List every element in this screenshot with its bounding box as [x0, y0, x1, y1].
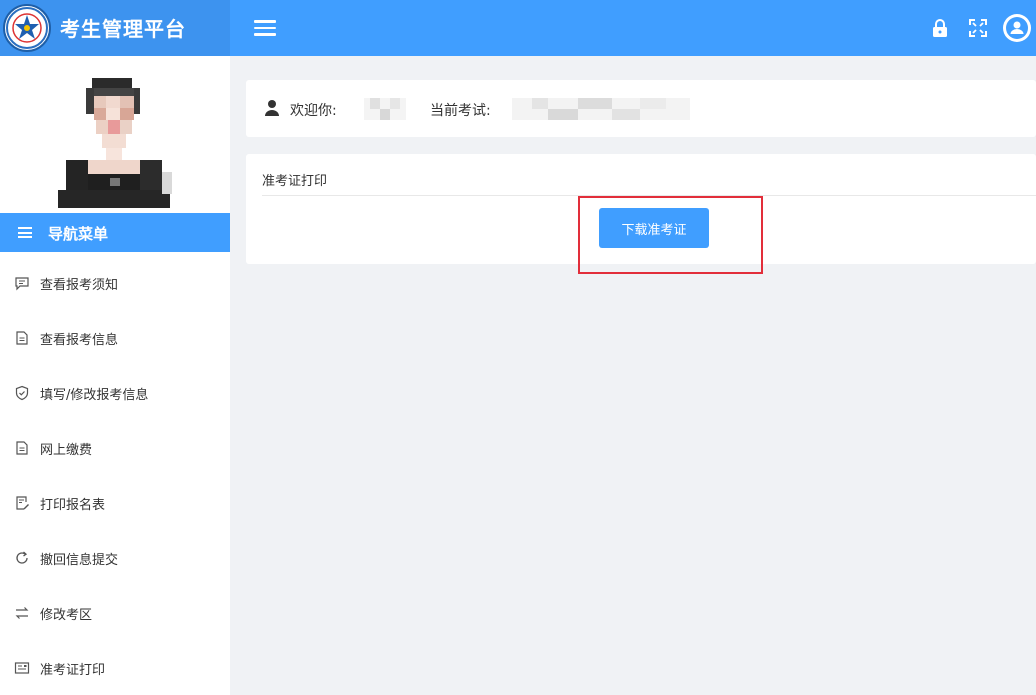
sidebar-item-print-form[interactable]: 打印报名表 — [0, 483, 230, 523]
sidebar-item-label: 查看报考信息 — [40, 333, 119, 348]
ticket-icon — [14, 662, 30, 674]
welcome-label: 欢迎你: — [290, 103, 337, 119]
sidebar-item-exam-notice[interactable]: 查看报考须知 — [0, 263, 230, 303]
brand-title: 考生管理平台 — [60, 17, 186, 41]
sidebar-item-label: 填写/修改报考信息 — [40, 388, 149, 403]
sidebar-item-admit-card-print[interactable]: 准考证打印 — [0, 648, 230, 688]
user-avatar-icon[interactable] — [1001, 12, 1033, 44]
nav-menu-title: 导航菜单 — [48, 225, 109, 243]
document-icon — [16, 331, 28, 345]
logo — [3, 4, 51, 52]
panel-title: 准考证打印 — [262, 174, 328, 189]
avatar — [52, 74, 176, 210]
sidebar-item-label: 查看报考须知 — [40, 278, 119, 293]
welcome-card: 欢迎你: 当前考试: — [246, 80, 1036, 137]
message-icon — [15, 277, 29, 291]
sidebar-item-view-registration[interactable]: 查看报考信息 — [0, 318, 230, 358]
document-icon — [16, 441, 28, 455]
user-icon — [265, 100, 279, 116]
refresh-icon — [16, 551, 28, 564]
menu-toggle-icon[interactable] — [254, 17, 276, 39]
highlight-annotation-box — [578, 196, 763, 274]
list-icon — [18, 227, 32, 238]
top-header: 考生管理平台 — [0, 0, 1036, 56]
username-redacted — [364, 98, 406, 120]
sidebar: 导航菜单 查看报考须知 查看报考信息 填写/修改报考信息 网上缴费 打印报名表 … — [0, 56, 230, 695]
sidebar-item-label: 准考证打印 — [40, 663, 106, 678]
sidebar-item-label: 打印报名表 — [40, 498, 106, 513]
lock-icon[interactable] — [928, 16, 952, 40]
switch-icon — [15, 607, 29, 619]
current-exam-label: 当前考试: — [430, 103, 491, 119]
nav-menu-header: 导航菜单 — [0, 213, 230, 252]
brand-area: 考生管理平台 — [0, 0, 230, 56]
edit-document-icon — [16, 496, 29, 510]
sidebar-item-online-payment[interactable]: 网上缴费 — [0, 428, 230, 468]
fullscreen-icon[interactable] — [966, 16, 990, 40]
sidebar-item-withdraw-submission[interactable]: 撤回信息提交 — [0, 538, 230, 578]
sidebar-item-change-exam-area[interactable]: 修改考区 — [0, 593, 230, 633]
sidebar-item-label: 撤回信息提交 — [40, 553, 119, 568]
exam-name-redacted — [512, 98, 690, 120]
sidebar-item-label: 网上缴费 — [40, 443, 93, 458]
sidebar-item-label: 修改考区 — [40, 608, 93, 623]
sidebar-item-edit-registration[interactable]: 填写/修改报考信息 — [0, 373, 230, 413]
shield-check-icon — [15, 385, 29, 401]
